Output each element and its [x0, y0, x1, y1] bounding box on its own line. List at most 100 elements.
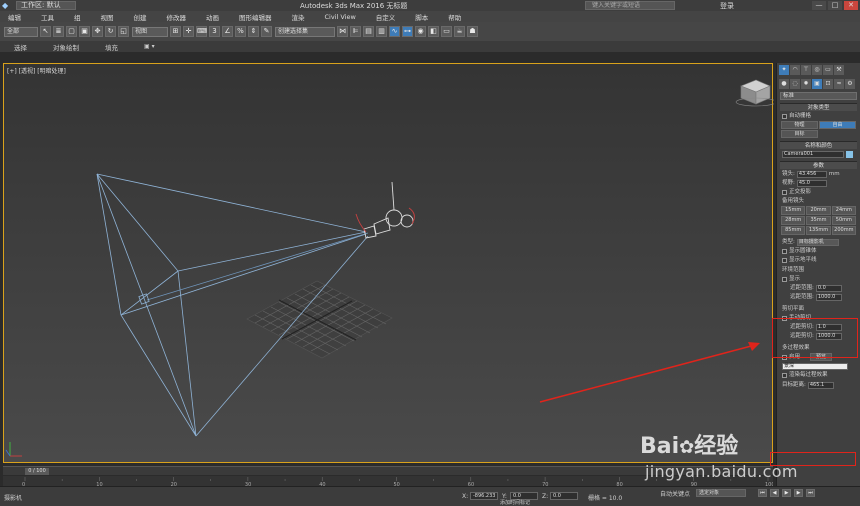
- minimize-button[interactable]: —: [812, 1, 826, 10]
- menu-animation[interactable]: 动画: [206, 12, 219, 22]
- scale-icon[interactable]: ◱: [118, 26, 129, 37]
- free-camera-button[interactable]: 自由: [819, 121, 856, 129]
- maximize-button[interactable]: □: [828, 1, 842, 10]
- menu-rendering[interactable]: 渲染: [292, 12, 305, 22]
- hierarchy-tab-icon[interactable]: ⊤: [801, 65, 811, 75]
- workspace-dropdown[interactable]: 工作区: 默认: [16, 1, 76, 10]
- render-per-pass-checkbox[interactable]: [782, 372, 787, 378]
- lens-20mm-button[interactable]: 20mm: [806, 206, 831, 215]
- close-button[interactable]: ✕: [844, 1, 858, 10]
- fov-input[interactable]: 45.0: [796, 179, 827, 187]
- lights-icon[interactable]: ✹: [801, 79, 811, 89]
- ortho-checkbox[interactable]: [782, 189, 787, 195]
- target-camera-button[interactable]: 目标: [781, 130, 818, 138]
- edit-named-sel-icon[interactable]: ✎: [261, 26, 272, 37]
- motion-tab-icon[interactable]: ◎: [812, 65, 822, 75]
- lens-15mm-button[interactable]: 15mm: [781, 206, 806, 215]
- render-icon[interactable]: ☕: [454, 26, 465, 37]
- cameras-icon[interactable]: ▣: [812, 79, 822, 89]
- menu-help[interactable]: 帮助: [448, 12, 461, 22]
- lens-input[interactable]: 43.456: [796, 170, 827, 178]
- goto-end-icon[interactable]: ⏭: [806, 489, 815, 497]
- lens-200mm-button[interactable]: 200mm: [831, 226, 856, 235]
- object-type-rollout[interactable]: 对象类型: [780, 103, 857, 111]
- angle-snap-icon[interactable]: ∠: [222, 26, 233, 37]
- ribbon-tab-object-paint[interactable]: 对象绘制: [53, 42, 79, 52]
- ribbon-tab-selection[interactable]: 选择: [14, 42, 27, 52]
- physical-camera-button[interactable]: 物理: [781, 121, 818, 129]
- prev-frame-icon[interactable]: ◀: [770, 489, 779, 497]
- env-show-checkbox[interactable]: [782, 276, 787, 282]
- curve-editor-icon[interactable]: ∿: [389, 26, 400, 37]
- utilities-tab-icon[interactable]: ⚒: [834, 65, 844, 75]
- z-coord-field[interactable]: 0.0: [550, 492, 578, 500]
- lens-28mm-button[interactable]: 28mm: [781, 216, 806, 225]
- near-range-input[interactable]: 0.0: [815, 284, 842, 292]
- show-cone-checkbox[interactable]: [782, 248, 787, 254]
- perspective-viewport[interactable]: [+] [透视] [明暗处理]: [3, 63, 774, 463]
- spinner-snap-icon[interactable]: ⇕: [248, 26, 259, 37]
- app-icon[interactable]: ◆: [2, 1, 12, 10]
- percent-snap-icon[interactable]: %: [235, 26, 246, 37]
- spacewarps-icon[interactable]: ≈: [834, 79, 844, 89]
- login-link[interactable]: 登录: [720, 1, 734, 11]
- lens-50mm-button[interactable]: 50mm: [831, 216, 856, 225]
- play-icon[interactable]: ▶: [782, 489, 791, 497]
- next-frame-icon[interactable]: ▶: [794, 489, 803, 497]
- selection-filter-dropdown[interactable]: 全部: [4, 26, 38, 37]
- menu-customize[interactable]: 自定义: [376, 12, 396, 22]
- rect-selection-icon[interactable]: ▢: [66, 26, 77, 37]
- x-coord-field[interactable]: -896.233: [470, 492, 498, 500]
- menu-scripting[interactable]: 脚本: [415, 12, 428, 22]
- multipass-type-dropdown[interactable]: 景深: [782, 362, 848, 370]
- menu-modifiers[interactable]: 修改器: [167, 12, 187, 22]
- menu-create[interactable]: 创建: [134, 12, 147, 22]
- schematic-view-icon[interactable]: ⊶: [402, 26, 413, 37]
- show-horizon-checkbox[interactable]: [782, 257, 787, 263]
- display-tab-icon[interactable]: ▭: [823, 65, 833, 75]
- menu-edit[interactable]: 编辑: [8, 12, 21, 22]
- auto-key-button[interactable]: 自动关键点: [660, 489, 690, 498]
- render-setup-icon[interactable]: ◧: [428, 26, 439, 37]
- set-key-dropdown[interactable]: 选定对象: [696, 489, 746, 497]
- shapes-icon[interactable]: ◌: [790, 79, 800, 89]
- menu-views[interactable]: 视图: [101, 12, 114, 22]
- auto-grid-checkbox[interactable]: [782, 113, 787, 119]
- select-object-icon[interactable]: ↖: [40, 26, 51, 37]
- modify-tab-icon[interactable]: ◠: [790, 65, 800, 75]
- render-iterative-icon[interactable]: ☗: [467, 26, 478, 37]
- lens-135mm-button[interactable]: 135mm: [806, 226, 831, 235]
- lens-35mm-button[interactable]: 35mm: [806, 216, 831, 225]
- lens-85mm-button[interactable]: 85mm: [781, 226, 806, 235]
- menu-civil-view[interactable]: Civil View: [325, 13, 356, 21]
- move-icon[interactable]: ✥: [92, 26, 103, 37]
- menu-tools[interactable]: 工具: [41, 12, 54, 22]
- window-crossing-icon[interactable]: ▣: [79, 26, 90, 37]
- scene-explorer-icon[interactable]: ▥: [376, 26, 387, 37]
- material-editor-icon[interactable]: ◉: [415, 26, 426, 37]
- named-selection-dropdown[interactable]: 创建选择集: [275, 26, 335, 37]
- ref-coord-dropdown[interactable]: 视图: [132, 26, 168, 37]
- pivot-center-icon[interactable]: ⊞: [170, 26, 181, 37]
- name-color-rollout[interactable]: 名称和颜色: [780, 141, 857, 149]
- geometry-icon[interactable]: ●: [779, 79, 789, 89]
- ribbon-tab-populate[interactable]: 填充: [105, 42, 118, 52]
- select-manipulate-icon[interactable]: ✛: [183, 26, 194, 37]
- far-range-input[interactable]: 1000.0: [815, 293, 842, 301]
- time-slider-thumb[interactable]: 0 / 100: [25, 468, 49, 475]
- camera-type-dropdown[interactable]: 目标摄影机: [796, 238, 839, 246]
- parameters-rollout[interactable]: 参数: [780, 161, 857, 169]
- helpers-icon[interactable]: ⊡: [823, 79, 833, 89]
- select-by-name-icon[interactable]: ≣: [53, 26, 64, 37]
- goto-start-icon[interactable]: ⏮: [758, 489, 767, 497]
- keyboard-shortcut-icon[interactable]: ⌨: [196, 26, 207, 37]
- menu-group[interactable]: 组: [74, 12, 81, 22]
- add-time-tag[interactable]: 添加时间标记: [500, 499, 530, 506]
- category-dropdown[interactable]: 标准: [780, 92, 857, 100]
- ribbon-options-icon[interactable]: ▣ ▾: [144, 43, 155, 50]
- create-tab-icon[interactable]: ✦: [779, 65, 789, 75]
- systems-icon[interactable]: ⚙: [845, 79, 855, 89]
- mirror-icon[interactable]: ⋈: [337, 26, 348, 37]
- rotate-icon[interactable]: ↻: [105, 26, 116, 37]
- lens-24mm-button[interactable]: 24mm: [831, 206, 856, 215]
